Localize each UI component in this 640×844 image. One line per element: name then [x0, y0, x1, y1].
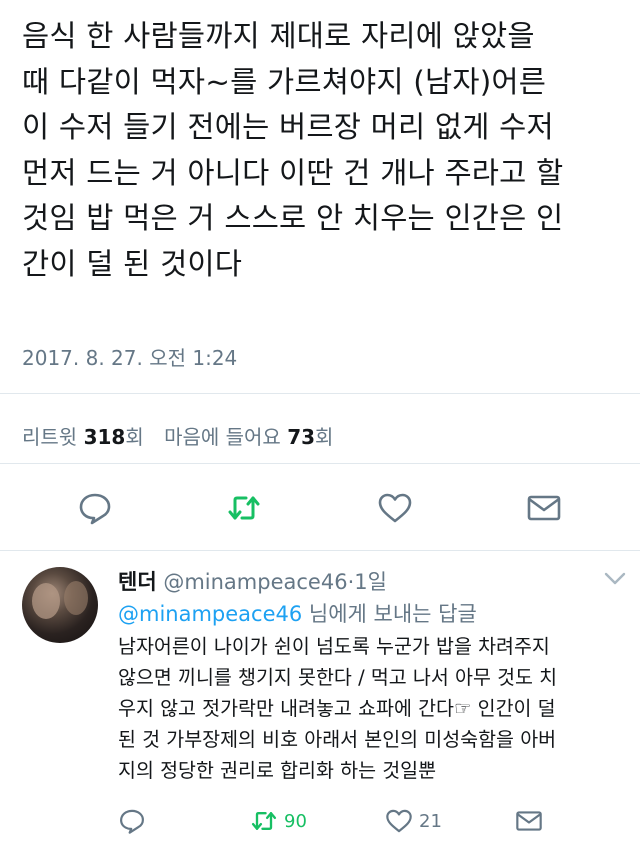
likes-count: 73	[287, 425, 316, 449]
envelope-icon[interactable]	[526, 490, 562, 526]
tweet-stats: 리트윗 318회 마음에 들어요 73회	[22, 421, 333, 450]
replying-to: @minampeace46 님에게 보내는 답글	[118, 598, 477, 628]
reply-icon[interactable]	[77, 490, 113, 526]
avatar-face	[32, 583, 60, 619]
reply-like-count: 21	[419, 810, 442, 832]
replying-to-handle[interactable]: @minampeace46	[118, 602, 302, 626]
divider	[0, 393, 640, 394]
tweet-timestamp[interactable]: 2017. 8. 27. 오전 1:24	[22, 342, 237, 371]
avatar[interactable]	[22, 567, 98, 643]
reply-text: 남자어른이 나이가 쉰이 넘도록 누군가 밥을 차려주지 않으면 끼니를 챙기지…	[118, 635, 558, 782]
divider	[0, 463, 640, 464]
retweets-stat[interactable]: 리트윗 318회	[22, 425, 144, 449]
chevron-down-icon[interactable]	[604, 572, 626, 586]
tweet-text: 음식 한 사람들까지 제대로 자리에 앉았을 때 다같이 먹자~를 가르쳐야지 …	[22, 19, 564, 281]
retweets-label: 리트윗	[22, 425, 78, 449]
reply-message-button[interactable]	[515, 806, 543, 836]
retweet-icon	[251, 812, 277, 830]
divider	[0, 550, 640, 551]
retweets-unit: 회	[125, 425, 144, 449]
replying-to-suffix: 님에게 보내는 답글	[302, 602, 477, 626]
reply-reply-button[interactable]	[118, 806, 146, 836]
likes-label: 마음에 들어요	[164, 425, 281, 449]
reply-header: 텐더 @minampeace46·1일	[118, 566, 387, 596]
retweets-count: 318	[83, 425, 126, 449]
heart-icon	[386, 809, 412, 833]
envelope-icon	[516, 811, 542, 831]
avatar-face	[64, 581, 88, 615]
likes-stat[interactable]: 마음에 들어요 73회	[164, 425, 333, 449]
heart-icon[interactable]	[377, 490, 413, 526]
reply-retweet-button[interactable]: 90	[250, 806, 307, 836]
likes-unit: 회	[315, 425, 334, 449]
reply-like-button[interactable]: 21	[385, 806, 442, 836]
reply-author-name[interactable]: 텐더	[118, 570, 157, 594]
reply-author-handle[interactable]: @minampeace46	[163, 570, 347, 594]
reply-retweet-count: 90	[284, 810, 307, 832]
reply-time[interactable]: 1일	[354, 570, 387, 594]
reply-icon	[120, 809, 144, 834]
retweet-icon[interactable]	[226, 490, 262, 526]
